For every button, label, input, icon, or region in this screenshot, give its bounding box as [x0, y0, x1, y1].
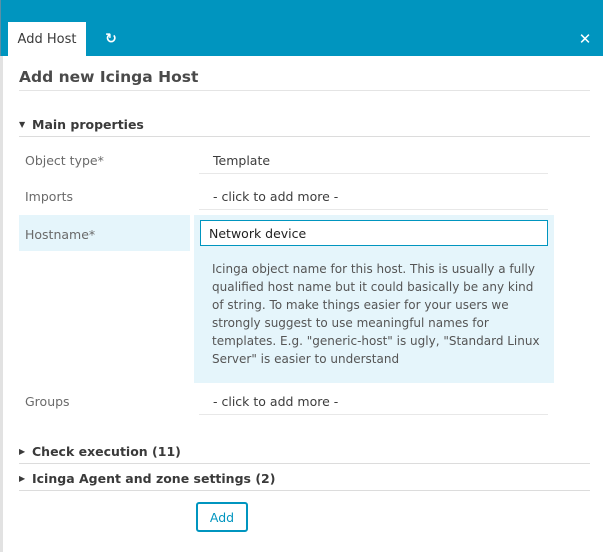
refresh-icon[interactable]: ↻	[103, 30, 119, 48]
page-title: Add new Icinga Host	[19, 68, 199, 86]
groups-label: Groups	[25, 394, 70, 409]
imports-underline	[199, 209, 548, 210]
section-agent-zone-label: Icinga Agent and zone settings (2)	[32, 470, 276, 486]
caret-right-icon: ▶	[19, 446, 26, 456]
section-check-execution-label: Check execution (11)	[32, 443, 181, 459]
section-divider	[19, 463, 590, 464]
tab-add-host[interactable]: Add Host	[8, 22, 86, 56]
section-agent-zone[interactable]: ▶ Icinga Agent and zone settings (2)	[19, 465, 590, 491]
object-type-select[interactable]: Template	[213, 153, 270, 168]
hostname-input[interactable]	[200, 220, 548, 246]
groups-underline	[199, 414, 548, 415]
imports-label: Imports	[25, 189, 73, 204]
section-check-execution[interactable]: ▶ Check execution (11)	[19, 438, 590, 464]
tab-add-host-label: Add Host	[17, 31, 77, 47]
section-main-properties[interactable]: ▼ Main properties	[19, 111, 590, 137]
section-main-properties-label: Main properties	[32, 116, 144, 132]
hostname-label: Hostname*	[25, 227, 96, 242]
title-divider	[19, 90, 590, 91]
hostname-help-text: Icinga object name for this host. This i…	[212, 262, 540, 366]
section-divider	[19, 136, 590, 137]
object-type-label: Object type*	[25, 153, 104, 168]
tab-bar: Add Host ↻ ✕	[0, 0, 603, 56]
object-type-underline	[199, 173, 548, 174]
caret-down-icon: ▼	[19, 119, 26, 129]
imports-add-more[interactable]: - click to add more -	[213, 189, 338, 204]
left-border	[0, 56, 3, 552]
close-icon[interactable]: ✕	[575, 29, 595, 49]
add-button[interactable]: Add	[196, 502, 248, 532]
caret-right-icon: ▶	[19, 473, 26, 483]
section-divider	[19, 490, 590, 491]
groups-add-more[interactable]: - click to add more -	[213, 394, 338, 409]
